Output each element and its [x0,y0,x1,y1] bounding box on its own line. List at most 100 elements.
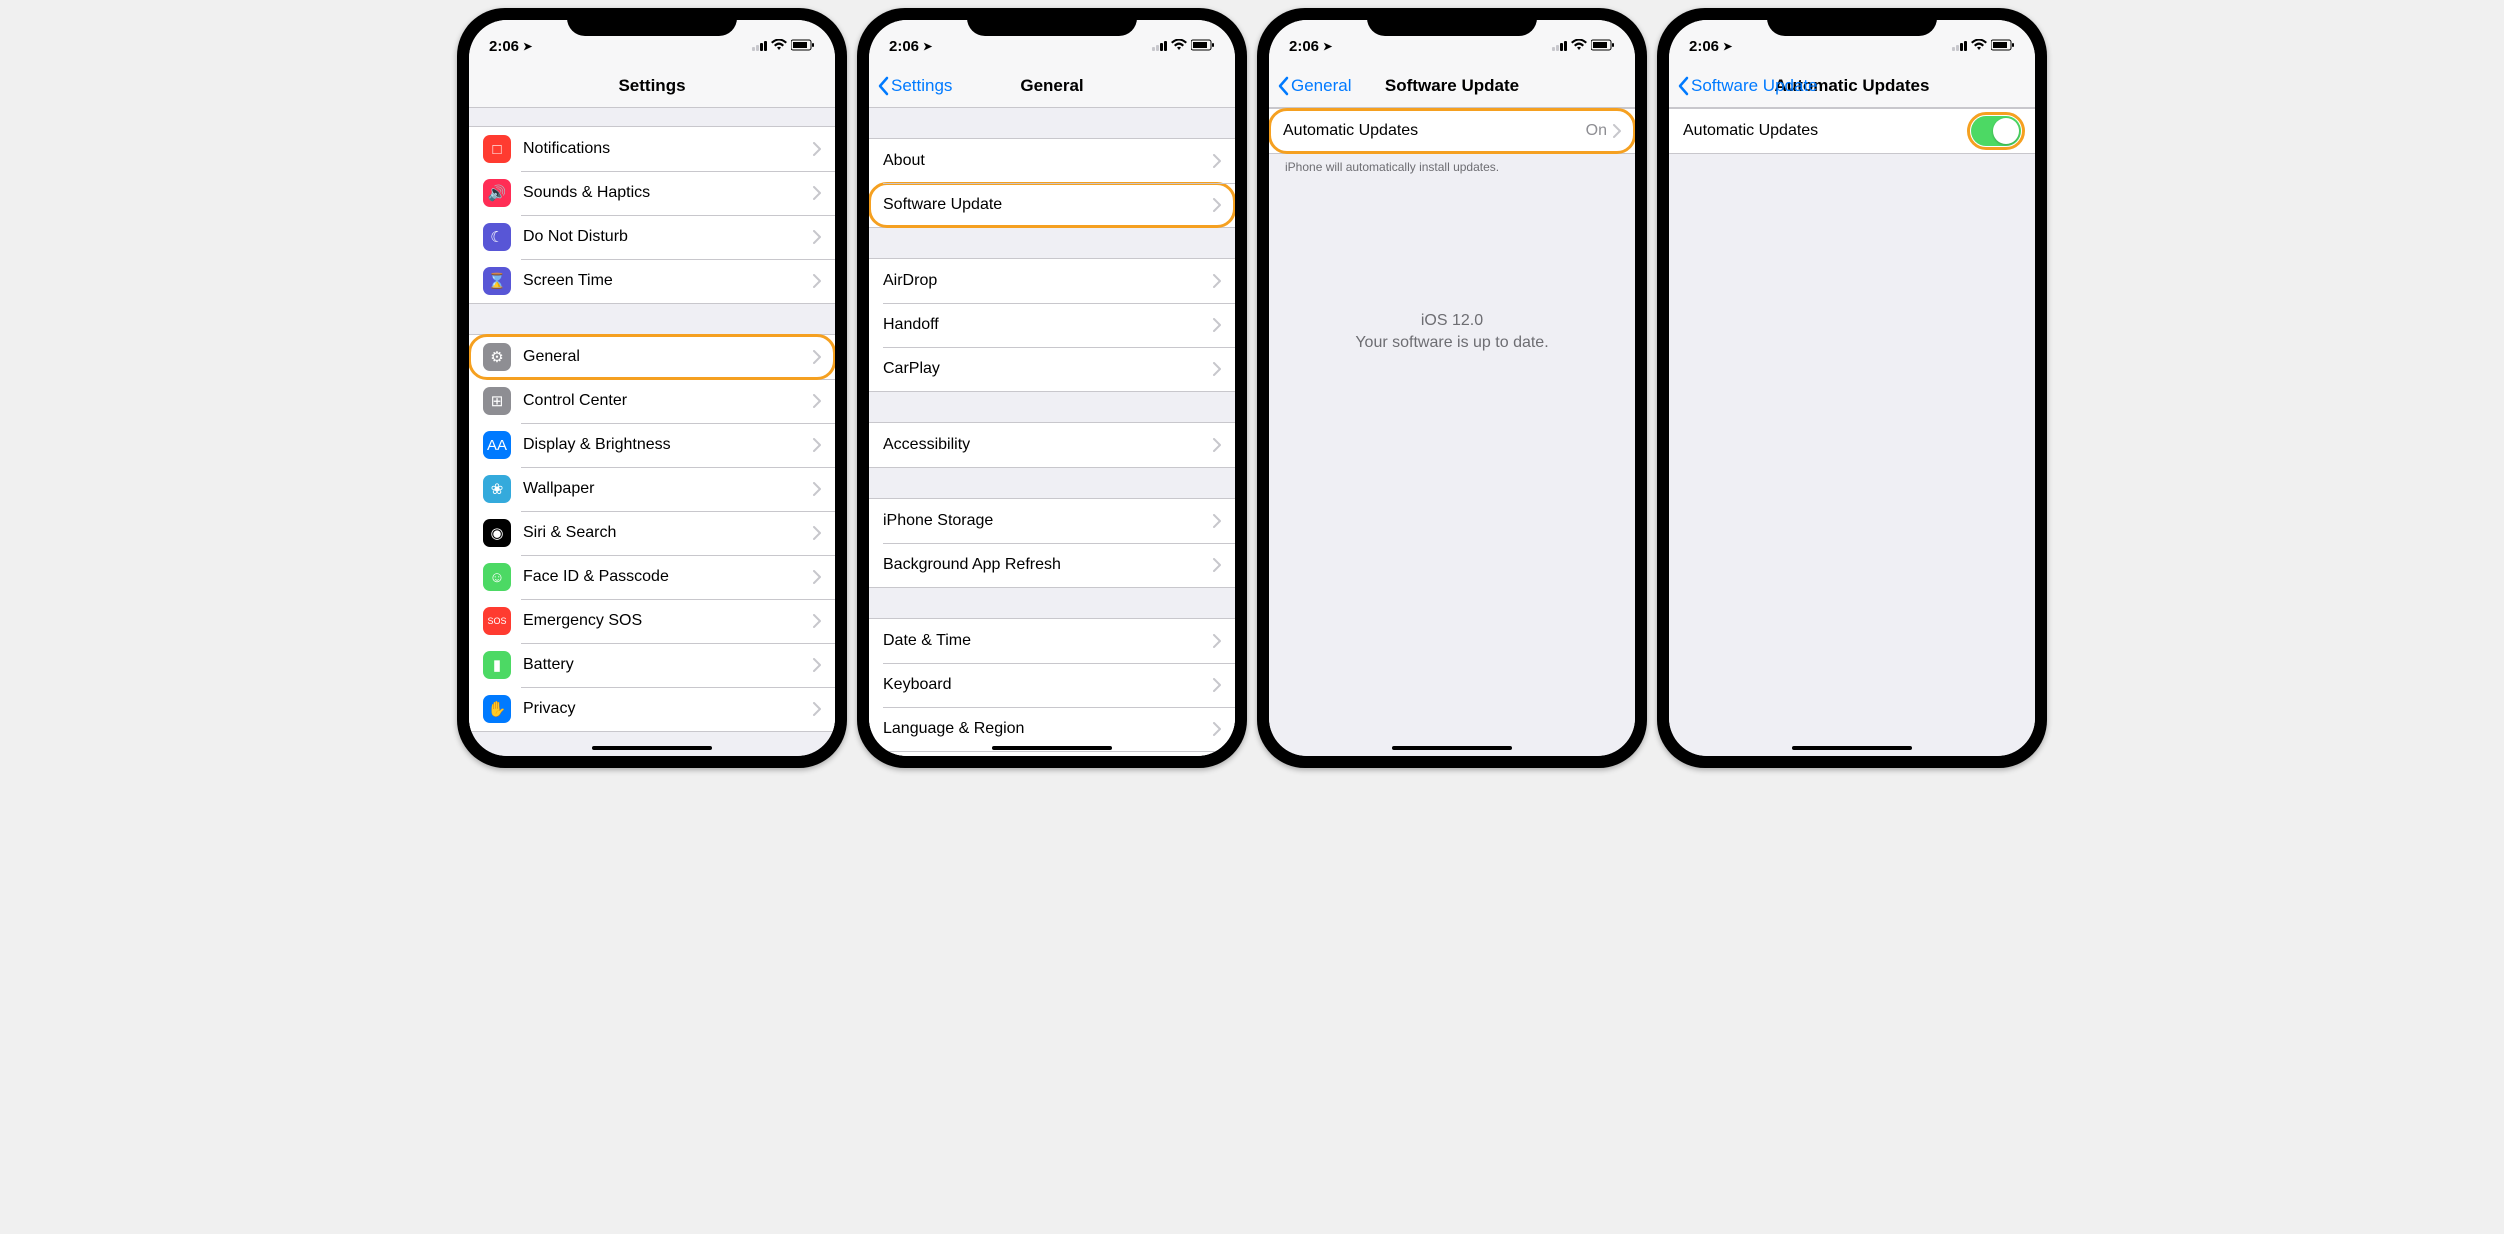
row-label: Automatic Updates [1283,112,1586,150]
cellular-icon [752,41,767,51]
chevron-right-icon [813,350,835,364]
chevron-right-icon [813,438,835,452]
row-wallpaper[interactable]: ❀Wallpaper [469,467,835,511]
row-screentime[interactable]: ⌛ Screen Time [469,259,835,303]
back-button[interactable]: Software Update [1677,76,1818,96]
location-icon: ➤ [1323,40,1332,53]
notifications-icon: □ [483,135,511,163]
row-faceid[interactable]: ☺ Face ID & Passcode [469,555,835,599]
home-indicator[interactable] [992,746,1112,750]
phone-frame-1: 2:06 ➤ Settings □Notifications🔊Sounds & … [457,8,847,768]
row-label: Language & Region [883,710,1213,748]
row-dictionary[interactable]: Dictionary [869,751,1235,756]
back-button[interactable]: General [1277,76,1351,96]
content-scroll[interactable]: Automatic Updates On iPhone will automat… [1269,108,1635,756]
row-handoff[interactable]: Handoff [869,303,1235,347]
row-siri[interactable]: ◉Siri & Search [469,511,835,555]
row-language-region[interactable]: Language & Region [869,707,1235,751]
cellular-icon [1552,41,1567,51]
sos-icon: SOS [483,607,511,635]
update-status-text: Your software is up to date. [1269,332,1635,354]
row-about[interactable]: About [869,139,1235,183]
chevron-right-icon [1213,198,1235,212]
content-scroll[interactable]: About Software Update AirDrop HandoffCarPla… [869,108,1235,756]
row-label: Accessibility [883,426,1213,464]
row-label: Emergency SOS [523,602,813,640]
chevron-right-icon [813,658,835,672]
row-dnd[interactable]: ☾Do Not Disturb [469,215,835,259]
battery-icon [1991,38,2015,55]
screen-4: 2:06 ➤ Software Update Automatic Updates… [1669,20,2035,756]
home-indicator[interactable] [592,746,712,750]
battery-icon: ▮ [483,651,511,679]
chevron-right-icon [1213,678,1235,692]
row-sounds[interactable]: 🔊 Sounds & Haptics [469,171,835,215]
screen-1: 2:06 ➤ Settings □Notifications🔊Sounds & … [469,20,835,756]
sounds-icon: 🔊 [483,179,511,207]
battery-icon [1191,38,1215,55]
battery-icon [791,38,815,55]
page-title: Settings [469,76,835,96]
status-time: 2:06 [1689,38,1719,55]
row-label: Screen Time [523,262,813,300]
control-icon: ⊞ [483,387,511,415]
row-accessibility[interactable]: Accessibility [869,423,1235,467]
location-icon: ➤ [923,40,932,53]
row-label: Do Not Disturb [523,218,813,256]
row-keyboard[interactable]: Keyboard [869,663,1235,707]
back-label: General [1291,76,1351,96]
row-label: Sounds & Haptics [523,174,813,212]
row-label: About [883,142,1213,180]
cellular-icon [1152,41,1167,51]
row-carplay[interactable]: CarPlay [869,347,1235,391]
chevron-right-icon [813,274,835,288]
row-date-time[interactable]: Date & Time [869,619,1235,663]
row-notifications[interactable]: □Notifications [469,127,835,171]
row-control[interactable]: ⊞ Control Center [469,379,835,423]
back-label: Software Update [1691,76,1818,96]
home-indicator[interactable] [1792,746,1912,750]
row-battery[interactable]: ▮Battery [469,643,835,687]
content-scroll[interactable]: □Notifications 🔊 Sounds & Haptics☾Do Not D… [469,108,835,756]
chevron-right-icon [1213,274,1235,288]
row-label: Background App Refresh [883,546,1213,584]
row-label: AirDrop [883,262,1213,300]
chevron-right-icon [813,482,835,496]
chevron-right-icon [1213,514,1235,528]
location-icon: ➤ [1723,40,1732,53]
wifi-icon [1571,38,1587,55]
chevron-right-icon [813,570,835,584]
row-label: Face ID & Passcode [523,558,813,596]
row-label: iPhone Storage [883,502,1213,540]
row-background-app-refresh[interactable]: Background App Refresh [869,543,1235,587]
row-iphone-storage[interactable]: iPhone Storage [869,499,1235,543]
row-label: Display & Brightness [523,426,813,464]
screentime-icon: ⌛ [483,267,511,295]
row-automatic-updates-toggle[interactable]: Automatic Updates [1669,109,2035,153]
row-label: Date & Time [883,622,1213,660]
row-label: Control Center [523,382,813,420]
nav-bar: General Software Update [1269,64,1635,108]
chevron-right-icon [813,394,835,408]
row-software-update[interactable]: Software Update [869,183,1235,227]
back-button[interactable]: Settings [877,76,952,96]
row-sos[interactable]: SOS Emergency SOS [469,599,835,643]
notch [567,8,737,36]
update-status: iOS 12.0 Your software is up to date. [1269,310,1635,355]
row-general[interactable]: ⚙General [469,335,835,379]
privacy-icon: ✋ [483,695,511,723]
chevron-right-icon [1213,558,1235,572]
home-indicator[interactable] [1392,746,1512,750]
toggle-switch[interactable] [1971,116,2021,146]
row-display[interactable]: AADisplay & Brightness [469,423,835,467]
row-label: Software Update [883,186,1213,224]
row-label: Handoff [883,306,1213,344]
faceid-icon: ☺ [483,563,511,591]
location-icon: ➤ [523,40,532,53]
content-scroll[interactable]: Automatic Updates [1669,108,2035,756]
wifi-icon [1971,38,1987,55]
row-airdrop[interactable]: AirDrop [869,259,1235,303]
row-automatic-updates[interactable]: Automatic Updates On [1269,109,1635,153]
row-privacy[interactable]: ✋Privacy [469,687,835,731]
phone-frame-3: 2:06 ➤ General Software Update Automatic… [1257,8,1647,768]
